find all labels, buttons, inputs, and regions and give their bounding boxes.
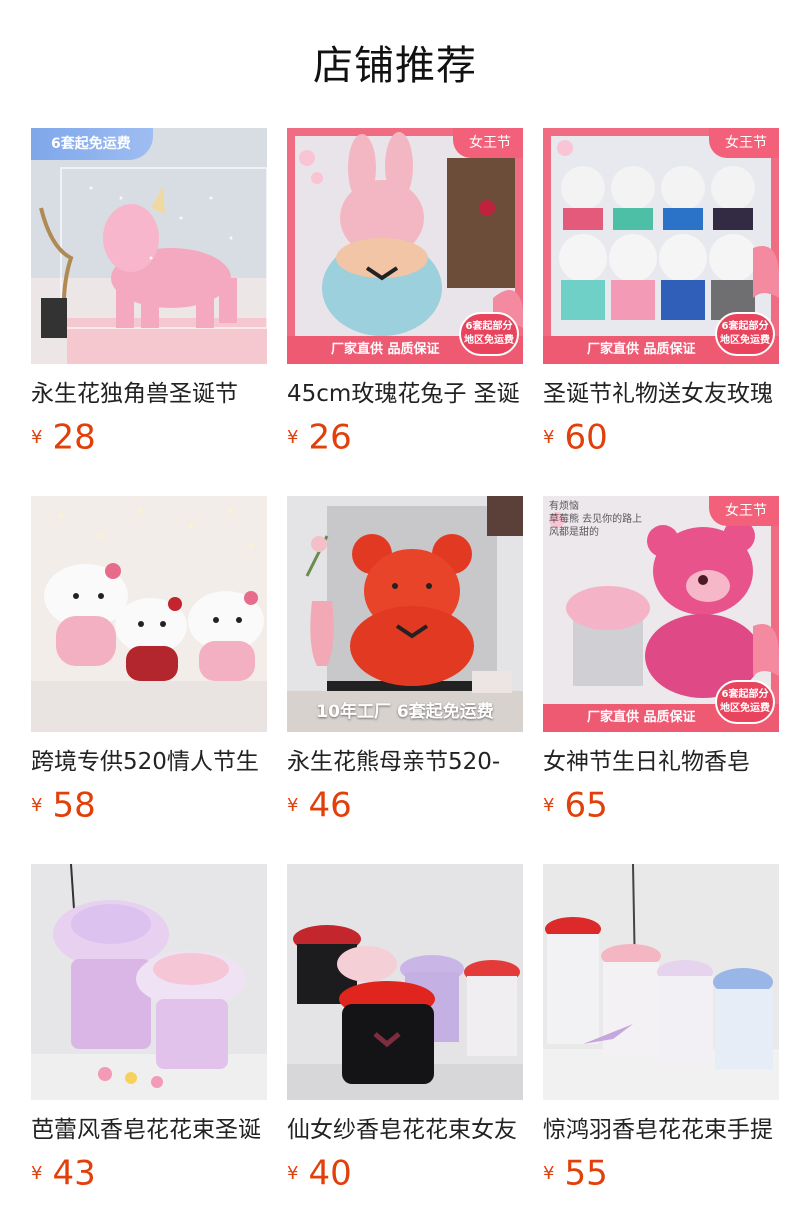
product-name: 永生花熊母亲节520- [287,749,501,775]
poster-text: 有烦恼 草莓熊 去见你的路上 风都是甜的 [549,500,642,539]
price-value: 65 [564,785,608,826]
product-name: 芭蕾风香皂花花束圣诞 [31,1117,261,1143]
product-image[interactable]: 女王节 厂家直供 品质保证 6套起部分 地区免运费 [543,128,779,364]
photo-caption: 10年工厂 6套起免运费 [316,702,494,722]
price-value: 58 [52,785,96,826]
product-name: 跨境专供520情人节生 [31,749,259,775]
product-price: ¥28 [31,416,267,458]
product-name: 永生花独角兽圣诞节 [31,381,238,407]
price-value: 46 [308,785,352,826]
shipping-tag: 6套起部分 地区免运费 [459,312,519,356]
currency-symbol: ¥ [543,426,555,448]
product-card[interactable]: 跨境专供520情人节生 ¥58 [31,496,267,864]
poster-line: 草莓熊 去见你的路上 [549,514,643,525]
store-recommendation-page: 店铺推荐 6套起免运费 永生花独角兽圣诞节 ¥ 28 女王节 厂家直供 品质保证… [0,0,790,1232]
currency-symbol: ¥ [31,426,43,448]
product-name: 圣诞节礼物送女友玫瑰 [543,381,773,407]
price-value: 55 [564,1153,608,1194]
shipping-tag: 6套起部分 地区免运费 [715,312,775,356]
product-price: ¥55 [543,1152,779,1194]
shipping-tag-line1: 6套起部分 [721,689,769,700]
product-price: ¥46 [287,784,523,826]
price-value: 43 [52,1153,96,1194]
currency-symbol: ¥ [287,794,299,816]
price-value: 40 [308,1153,352,1194]
currency-symbol: ¥ [543,794,555,816]
product-image[interactable] [31,496,267,732]
product-card[interactable]: 10年工厂 6套起免运费 永生花熊母亲节520- ¥46 [287,496,523,864]
product-name: 惊鸿羽香皂花花束手提 [543,1117,773,1143]
shipping-tag: 6套起部分 地区免运费 [715,680,775,724]
shipping-tag-line1: 6套起部分 [465,321,513,332]
product-name: 45cm玫瑰花兔子 圣诞 [287,381,520,407]
product-card[interactable]: 仙女纱香皂花花束女友 ¥40 [287,864,523,1232]
price-value: 28 [52,417,96,458]
currency-symbol: ¥ [31,794,43,816]
product-price: ¥43 [31,1152,267,1194]
product-image[interactable] [543,864,779,1100]
product-card[interactable]: 女王节 厂家直供 品质保证 6套起部分 地区免运费 圣诞节礼物送女友玫瑰 ¥60 [543,128,779,496]
product-grid: 6套起免运费 永生花独角兽圣诞节 ¥28 女王节 厂家直供 品质保证 6套起部分… [31,128,781,1232]
product-price: ¥26 [287,416,523,458]
product-image[interactable]: 10年工厂 6套起免运费 [287,496,523,732]
product-image[interactable] [31,864,267,1100]
festival-badge: 女王节 [709,496,779,526]
poster-line: 风都是甜的 [549,527,599,538]
festival-badge: 女王节 [709,128,779,158]
poster-line: 有烦恼 [549,501,579,512]
product-image[interactable] [287,864,523,1100]
shipping-tag-line1: 6套起部分 [721,321,769,332]
product-price: ¥60 [543,416,779,458]
free-shipping-badge: 6套起免运费 [31,128,153,160]
product-card[interactable]: 惊鸿羽香皂花花束手提 ¥55 [543,864,779,1232]
shipping-tag-line2: 地区免运费 [720,703,770,714]
currency-symbol: ¥ [287,426,299,448]
product-image[interactable]: 6套起免运费 [31,128,267,364]
shipping-tag-line2: 地区免运费 [464,335,514,346]
product-card[interactable]: 女王节 厂家直供 品质保证 6套起部分 地区免运费 45cm玫瑰花兔子 圣诞 ¥… [287,128,523,496]
festival-badge: 女王节 [453,128,523,158]
product-image[interactable]: 女王节 厂家直供 品质保证 6套起部分 地区免运费 [287,128,523,364]
page-title: 店铺推荐 [313,43,477,89]
shipping-tag-line2: 地区免运费 [720,335,770,346]
product-image[interactable]: 有烦恼 草莓熊 去见你的路上 风都是甜的 女王节 厂家直供 品质保证 6套起部分… [543,496,779,732]
price-value: 60 [564,417,608,458]
product-price: ¥58 [31,784,267,826]
product-card[interactable]: 6套起免运费 永生花独角兽圣诞节 ¥28 [31,128,267,496]
product-card[interactable]: 芭蕾风香皂花花束圣诞 ¥43 [31,864,267,1232]
currency-symbol: ¥ [287,1162,299,1184]
product-name: 女神节生日礼物香皂 [543,749,750,775]
currency-symbol: ¥ [31,1162,43,1184]
product-name: 仙女纱香皂花花束女友 [287,1117,517,1143]
product-price: ¥40 [287,1152,523,1194]
product-card[interactable]: 有烦恼 草莓熊 去见你的路上 风都是甜的 女王节 厂家直供 品质保证 6套起部分… [543,496,779,864]
currency-symbol: ¥ [543,1162,555,1184]
price-value: 26 [308,417,352,458]
product-price: ¥65 [543,784,779,826]
